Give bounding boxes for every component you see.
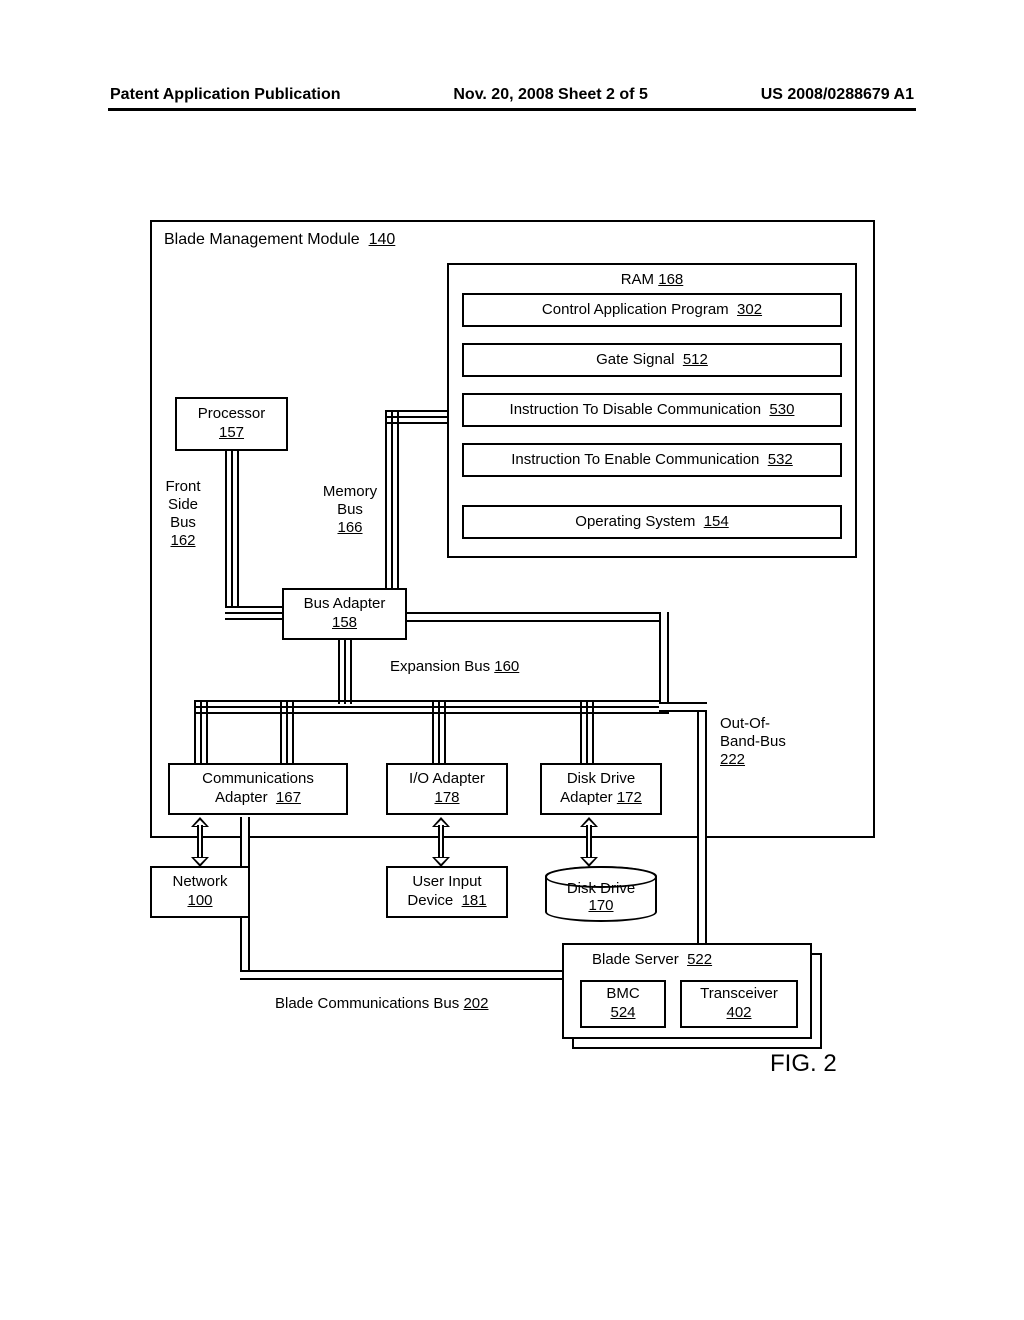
bus-adapter-box: Bus Adapter 158 <box>282 588 407 640</box>
header-center: Nov. 20, 2008 Sheet 2 of 5 <box>453 86 647 104</box>
bus-drop-dd <box>580 700 594 765</box>
ram-item-os: Operating System 154 <box>462 505 842 539</box>
ram-label: RAM <box>621 271 654 288</box>
bus-adapter-right-stub <box>407 612 667 622</box>
arrow-comm-network <box>191 817 209 867</box>
page-header: Patent Application Publication Nov. 20, … <box>110 86 914 104</box>
transceiver-box: Transceiver 402 <box>680 980 798 1028</box>
header-left: Patent Application Publication <box>110 86 341 104</box>
bmc-box: BMC 524 <box>580 980 666 1028</box>
uid-box: User Input Device 181 <box>386 866 508 918</box>
bus-adapter-right-vert <box>659 612 669 712</box>
bus-oob-horiz <box>659 702 707 712</box>
bus-mem-vert <box>385 410 399 588</box>
bus-fsb-horiz <box>225 606 290 620</box>
module-title: Blade Management Module <box>164 231 360 248</box>
comm-adapter-box: Communications Adapter 167 <box>168 763 348 815</box>
figure-label: FIG. 2 <box>770 1050 837 1078</box>
header-rule <box>108 108 916 111</box>
bus-oob-vert <box>697 712 707 945</box>
network-box: Network 100 <box>150 866 250 918</box>
io-adapter-box: I/O Adapter 178 <box>386 763 508 815</box>
header-right: US 2008/0288679 A1 <box>761 86 914 104</box>
label-memory-bus: MemoryBus166 <box>315 483 385 537</box>
bus-drop-comm2 <box>280 700 294 765</box>
ram-ref: 168 <box>658 271 683 288</box>
bus-bcb-horiz <box>240 970 562 980</box>
bus-fsb-vert <box>225 451 239 606</box>
arrow-io-uid <box>432 817 450 867</box>
arrow-dd-disk <box>580 817 598 867</box>
ram-item-cap: Control Application Program 302 <box>462 293 842 327</box>
module-ref: 140 <box>369 231 396 248</box>
dd-adapter-box: Disk Drive Adapter 172 <box>540 763 662 815</box>
ram-item-dis: Instruction To Disable Communication 530 <box>462 393 842 427</box>
label-oob-bus: Out-Of-Band-Bus222 <box>720 715 800 769</box>
label-fsb: FrontSideBus162 <box>158 478 208 550</box>
bus-drop-comm <box>194 700 208 765</box>
bus-drop-io <box>432 700 446 765</box>
bus-exp-down <box>338 640 352 704</box>
label-expansion-bus: Expansion Bus 160 <box>390 658 519 676</box>
processor-box: Processor 157 <box>175 397 288 451</box>
bus-mem-horiz <box>385 410 447 424</box>
label-bcb: Blade Communications Bus 202 <box>275 995 488 1013</box>
disk-drive: Disk Drive 170 <box>545 866 657 922</box>
ram-item-en: Instruction To Enable Communication 532 <box>462 443 842 477</box>
ram-item-gate: Gate Signal 512 <box>462 343 842 377</box>
